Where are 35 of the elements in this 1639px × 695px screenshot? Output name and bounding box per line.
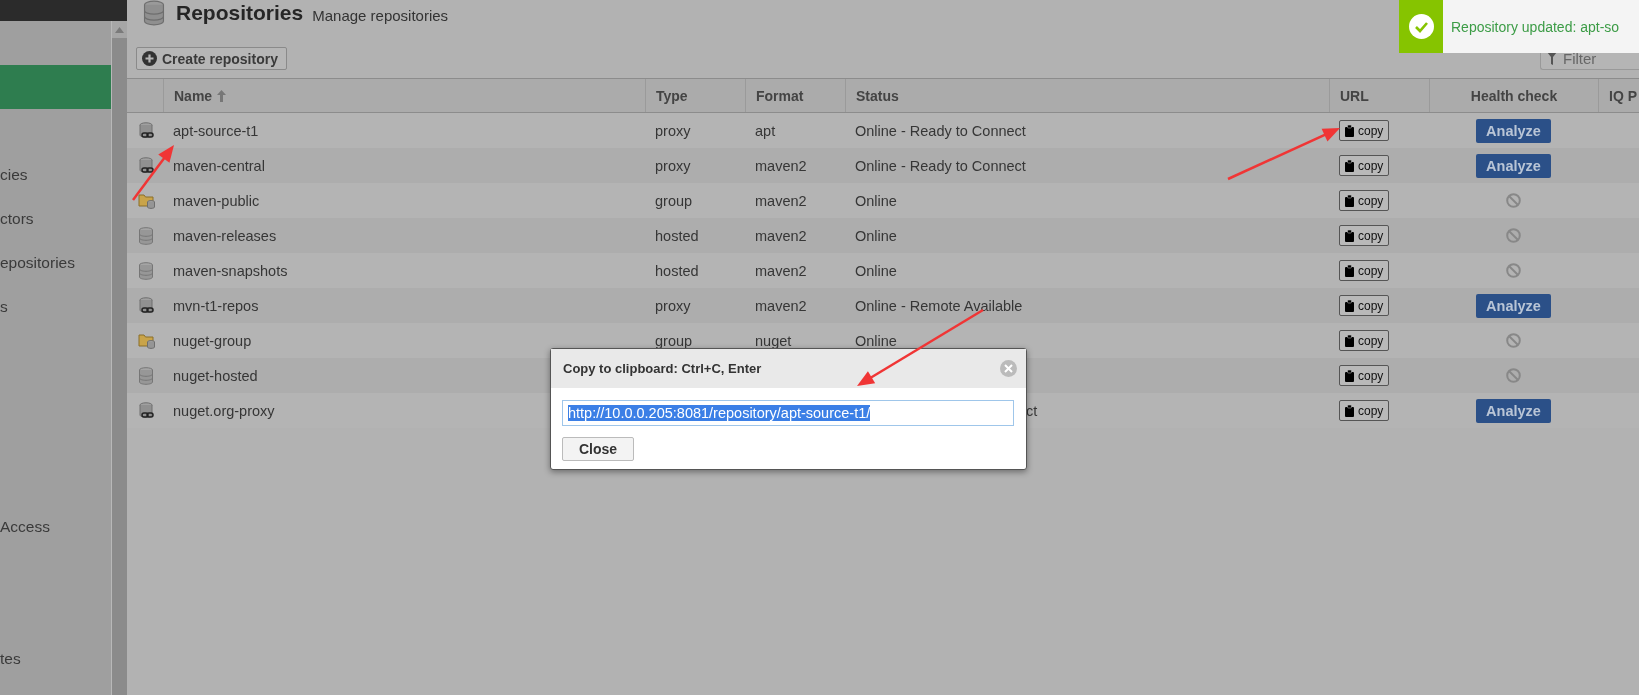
table-cell: Online — [855, 227, 897, 244]
table-cell: Online - Ready to Connect — [855, 122, 1026, 139]
table-cell: Online — [855, 192, 897, 209]
table-cell: apt — [755, 122, 776, 139]
table-cell: maven-public — [173, 192, 260, 209]
table-cell: proxy — [655, 297, 691, 314]
table-cell: Online - Remote Available — [855, 297, 1023, 314]
table-cell: Online - Ready to Connect — [855, 157, 1026, 174]
table-cell: maven-releases — [173, 227, 277, 244]
table-cell: proxy — [655, 122, 691, 139]
table-cell: maven2 — [755, 157, 807, 174]
table-cell: apt-source-t1 — [173, 122, 259, 139]
table-cell: maven-snapshots — [173, 262, 288, 279]
table-cell: maven2 — [755, 262, 807, 279]
dialog-title: Copy to clipboard: Ctrl+C, Enter — [563, 361, 762, 376]
table-cell: group — [655, 332, 693, 349]
table-cell: maven-central — [173, 157, 265, 174]
table-cell: maven2 — [755, 297, 807, 314]
table-cell: nuget-group — [173, 332, 252, 349]
table-cell: nuget.org-proxy — [173, 402, 275, 419]
table-cell: mvn-t1-repos — [173, 297, 259, 314]
table-cell: hosted — [655, 262, 699, 279]
table-cell: hosted — [655, 227, 699, 244]
table-cell: group — [655, 192, 693, 209]
table-cell: Online — [855, 262, 897, 279]
table-cell: proxy — [655, 157, 691, 174]
toast-message: Repository updated: apt-so — [1451, 18, 1620, 35]
table-cell: ct — [1026, 402, 1038, 419]
table-cell: nuget — [755, 332, 792, 349]
page-title: Repositories — [176, 1, 304, 25]
table-cell: maven2 — [755, 227, 807, 244]
page-subtitle: Manage repositories — [312, 6, 449, 24]
table-cell: maven2 — [755, 192, 807, 209]
table-cell: Online — [855, 332, 897, 349]
table-cell: nuget-hosted — [173, 367, 258, 384]
